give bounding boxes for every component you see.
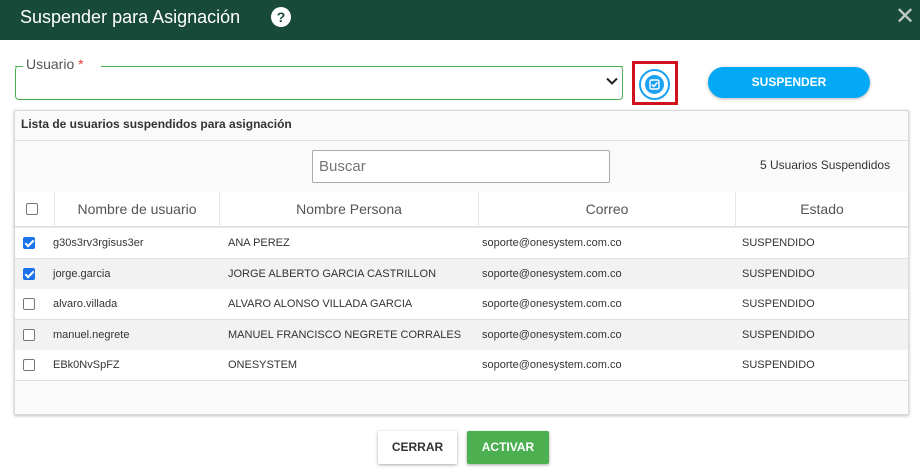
cell-person: ONESYSTEM	[228, 359, 298, 371]
dialog-header: Suspender para Asignación ? ✕	[0, 0, 920, 40]
cell-username: jorge.garcia	[53, 267, 111, 280]
chevron-down-icon[interactable]	[604, 73, 620, 89]
cell-status: SUSPENDIDO	[742, 328, 815, 341]
cell-email: soporte@onesystem.com.co	[482, 298, 622, 310]
column-header-status[interactable]: Estado	[736, 192, 908, 227]
table-row[interactable]: alvaro.villada ALVARO ALONSO VILLADA GARC…	[15, 289, 908, 320]
close-icon[interactable]: ✕	[892, 4, 918, 30]
row-checkbox[interactable]	[23, 328, 35, 341]
cell-email: soporte@onesystem.com.co	[482, 328, 622, 341]
cell-username: g30s3rv3rgisus3er	[53, 237, 144, 249]
suspended-count: 5 Usuarios Suspendidos	[760, 158, 891, 172]
column-header-email[interactable]: Correo	[479, 192, 735, 227]
help-icon[interactable]: ?	[271, 7, 291, 27]
cell-person: MANUEL FRANCISCO NEGRETE CORRALES	[228, 328, 462, 341]
cell-person: JORGE ALBERTO GARCIA CASTRILLON	[228, 267, 437, 280]
cell-email: soporte@onesystem.com.co	[482, 237, 622, 249]
row-checkbox[interactable]	[23, 298, 35, 310]
user-label: Usuario *	[24, 56, 86, 72]
help-glyph: ?	[276, 9, 286, 25]
cell-status: SUSPENDIDO	[742, 298, 815, 310]
user-label-text: Usuario	[26, 56, 75, 72]
required-mark: *	[78, 56, 84, 72]
column-header-person[interactable]: Nombre Persona	[220, 192, 478, 227]
row-checkbox[interactable]	[23, 359, 35, 371]
table-row[interactable]: EBk0NvSpFZ ONESYSTEM soporte@onesystem.com…	[15, 350, 908, 381]
table-row[interactable]: manuel.negrete MANUEL FRANCISCO NEGRETE C…	[15, 319, 908, 351]
select-all-toggle[interactable]	[639, 69, 670, 100]
row-checkbox[interactable]	[23, 237, 35, 249]
cell-status: SUSPENDIDO	[742, 359, 815, 371]
suspend-button[interactable]: SUSPENDER	[708, 67, 870, 98]
dialog-title: Suspender para Asignación	[20, 7, 241, 27]
cell-username: alvaro.villada	[53, 298, 118, 310]
table-header: Nombre de usuario Nombre Persona Correo …	[15, 192, 908, 227]
close-button[interactable]: CERRAR	[378, 431, 457, 464]
divider	[15, 140, 908, 141]
cell-person: ANA PEREZ	[228, 237, 290, 249]
cell-status: SUSPENDIDO	[742, 237, 815, 249]
check-icon	[645, 75, 664, 94]
table-row[interactable]: jorge.garcia JORGE ALBERTO GARCIA CASTRIL…	[15, 258, 908, 290]
column-header-username[interactable]: Nombre de usuario	[55, 192, 219, 227]
cell-email: soporte@onesystem.com.co	[482, 359, 622, 371]
table-row[interactable]: g30s3rv3rgisus3er ANA PEREZ soporte@onesys…	[15, 228, 908, 259]
cell-username: EBk0NvSpFZ	[53, 359, 120, 371]
search-input[interactable]	[312, 150, 610, 183]
cell-username: manuel.negrete	[53, 328, 130, 341]
row-checkbox[interactable]	[23, 267, 35, 280]
select-all-checkbox[interactable]	[26, 203, 38, 215]
activate-button[interactable]: ACTIVAR	[467, 431, 549, 464]
cell-person: ALVARO ALONSO VILLADA GARCIA	[228, 298, 413, 310]
user-select[interactable]	[15, 66, 623, 100]
list-title: Lista de usuarios suspendidos para asign…	[21, 117, 292, 131]
cell-email: soporte@onesystem.com.co	[482, 267, 622, 280]
cell-status: SUSPENDIDO	[742, 267, 815, 280]
